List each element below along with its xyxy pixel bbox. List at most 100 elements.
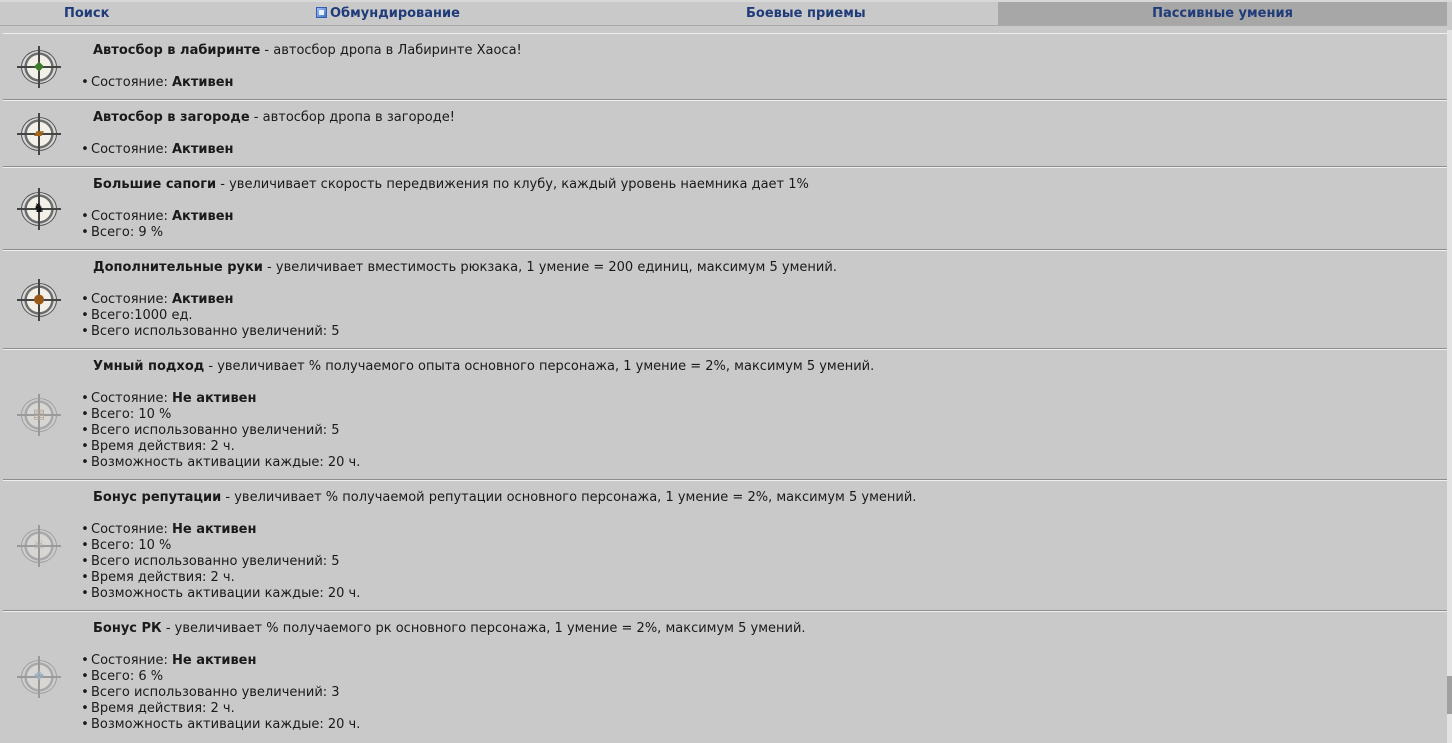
- skill-row-autocollect-countryside: ▰ Автосбор в загороде - автосбор дропа в…: [3, 100, 1447, 167]
- skill-desc: - автосбор дропа в Лабиринте Хаоса!: [260, 43, 522, 58]
- passive-skills-page: Поиск Обмундирование Боевые приемы Пасси…: [0, 0, 1452, 743]
- total-value: 1000 ед.: [134, 308, 193, 323]
- skill-state: Состояние: Не активен: [79, 391, 360, 407]
- used-value: 5: [331, 554, 340, 569]
- skill-title: Бонус репутации - увеличивает % получаем…: [93, 490, 916, 505]
- total-value: 6 %: [138, 669, 164, 684]
- tab-search[interactable]: Поиск: [0, 2, 316, 25]
- state-label: Состояние:: [91, 142, 172, 157]
- total-label: Всего:: [91, 225, 139, 240]
- total-label: Всего:: [91, 308, 135, 323]
- skill-name: Дополнительные руки: [93, 260, 263, 275]
- used-label: Всего использованно увеличений:: [91, 324, 332, 339]
- state-label: Состояние:: [91, 292, 172, 307]
- cooldown-label: Возможность активации каждые:: [91, 717, 328, 732]
- duration-label: Время действия:: [91, 439, 211, 454]
- total-label: Всего:: [91, 538, 139, 553]
- tab-equipment[interactable]: Обмундирование: [316, 2, 698, 25]
- skill-title: Дополнительные руки - увеличивает вмести…: [93, 260, 837, 275]
- used-value: 5: [331, 423, 340, 438]
- skill-name: Автосбор в загороде: [93, 110, 250, 125]
- skill-state: Состояние: Не активен: [79, 653, 360, 669]
- total-label: Всего:: [91, 669, 139, 684]
- skill-title: Автосбор в загороде - автосбор дропа в з…: [93, 110, 455, 125]
- skill-total: Всего:1000 ед.: [79, 308, 340, 324]
- skill-total: Всего: 9 %: [79, 225, 234, 241]
- duration-label: Время действия:: [91, 701, 211, 716]
- total-value: 10 %: [138, 538, 172, 553]
- skill-title: Умный подход - увеличивает % получаемого…: [93, 359, 874, 374]
- skills-list: ◆ Автосбор в лабиринте - автосбор дропа …: [3, 33, 1447, 742]
- skill-state: Состояние: Активен: [79, 292, 340, 308]
- tab-equipment-label: Обмундирование: [330, 6, 460, 21]
- skill-icon-wrap: ▰: [17, 113, 63, 155]
- skill-used: Всего использованно увеличений: 5: [79, 324, 340, 340]
- skill-duration: Время действия: 2 ч.: [79, 439, 360, 455]
- skill-desc: - увеличивает % получаемой репутации осн…: [221, 490, 917, 505]
- skill-cooldown: Возможность активации каждые: 20 ч.: [79, 586, 360, 602]
- tab-combat[interactable]: Боевые приемы: [698, 2, 998, 25]
- cooldown-value: 20 ч.: [327, 717, 361, 732]
- skill-used: Всего использованно увеличений: 3: [79, 685, 360, 701]
- skill-row-rk-bonus: ❖ Бонус РК - увеличивает % получаемого р…: [3, 611, 1447, 742]
- cooldown-label: Возможность активации каждые:: [91, 455, 328, 470]
- skill-state: Состояние: Не активен: [79, 522, 360, 538]
- skill-row-smart-approach: ▤ Умный подход - увеличивает % получаемо…: [3, 349, 1447, 480]
- skill-duration: Время действия: 2 ч.: [79, 701, 360, 717]
- bag-icon: ●: [17, 279, 61, 321]
- skill-title: Большие сапоги - увеличивает скорость пе…: [93, 177, 809, 192]
- skill-props: Состояние: Не активен Всего: 10 % Всего …: [79, 391, 360, 471]
- skill-used: Всего использованно увеличений: 5: [79, 554, 360, 570]
- skill-props: Состояние: Активен Всего:1000 ед. Всего …: [79, 292, 340, 340]
- skill-row-extra-hands: ● Дополнительные руки - увеличивает вмес…: [3, 250, 1447, 349]
- skill-icon-wrap: ●: [17, 279, 63, 321]
- skill-icon-wrap: ▤: [17, 394, 63, 436]
- cooldown-value: 20 ч.: [327, 586, 361, 601]
- state-value: Активен: [171, 292, 234, 307]
- sack-icon: ◆: [17, 46, 61, 88]
- skill-props: Состояние: Активен: [79, 142, 234, 158]
- total-value: 9 %: [138, 225, 164, 240]
- used-label: Всего использованно увеличений:: [91, 554, 332, 569]
- scrollbar[interactable]: [1447, 30, 1452, 743]
- used-label: Всего использованно увеличений:: [91, 685, 332, 700]
- skill-props: Состояние: Активен Всего: 9 %: [79, 209, 234, 241]
- crystal-icon: ❖: [17, 656, 61, 698]
- skill-title: Автосбор в лабиринте - автосбор дропа в …: [93, 43, 522, 58]
- used-value: 3: [331, 685, 340, 700]
- state-label: Состояние:: [91, 391, 172, 406]
- state-value: Активен: [171, 75, 234, 90]
- skill-name: Автосбор в лабиринте: [93, 43, 261, 58]
- skill-name: Бонус репутации: [93, 490, 222, 505]
- skill-desc: - увеличивает скорость передвижения по к…: [216, 177, 809, 192]
- skill-used: Всего использованно увеличений: 5: [79, 423, 360, 439]
- skill-title: Бонус РК - увеличивает % получаемого рк …: [93, 621, 806, 636]
- skill-props: Состояние: Активен: [79, 75, 234, 91]
- total-value: 10 %: [138, 407, 172, 422]
- total-label: Всего:: [91, 407, 139, 422]
- skill-desc: - увеличивает % получаемого рк основного…: [161, 621, 806, 636]
- skill-desc: - увеличивает % получаемого опыта основн…: [204, 359, 875, 374]
- skill-name: Умный подход: [93, 359, 205, 374]
- used-label: Всего использованно увеличений:: [91, 423, 332, 438]
- skill-cooldown: Возможность активации каждые: 20 ч.: [79, 717, 360, 733]
- scrollbar-thumb[interactable]: [1447, 676, 1452, 714]
- skill-total: Всего: 10 %: [79, 538, 360, 554]
- skill-desc: - увеличивает вместимость рюкзака, 1 уме…: [262, 260, 837, 275]
- skill-icon-wrap: ❖: [17, 656, 63, 698]
- skill-state: Состояние: Активен: [79, 209, 234, 225]
- skill-row-autocollect-labyrinth: ◆ Автосбор в лабиринте - автосбор дропа …: [3, 33, 1447, 100]
- tab-passive[interactable]: Пассивные умения: [998, 2, 1447, 25]
- skill-total: Всего: 6 %: [79, 669, 360, 685]
- skill-props: Состояние: Не активен Всего: 10 % Всего …: [79, 522, 360, 602]
- skill-total: Всего: 10 %: [79, 407, 360, 423]
- state-value: Активен: [171, 142, 234, 157]
- skill-props: Состояние: Не активен Всего: 6 % Всего и…: [79, 653, 360, 733]
- duration-value: 2 ч.: [210, 701, 235, 716]
- skill-state: Состояние: Активен: [79, 75, 234, 91]
- skill-icon-wrap: ◆: [17, 46, 63, 88]
- equipment-icon: [316, 7, 327, 18]
- state-label: Состояние:: [91, 209, 172, 224]
- state-label: Состояние:: [91, 653, 172, 668]
- book-icon: ▤: [17, 394, 61, 436]
